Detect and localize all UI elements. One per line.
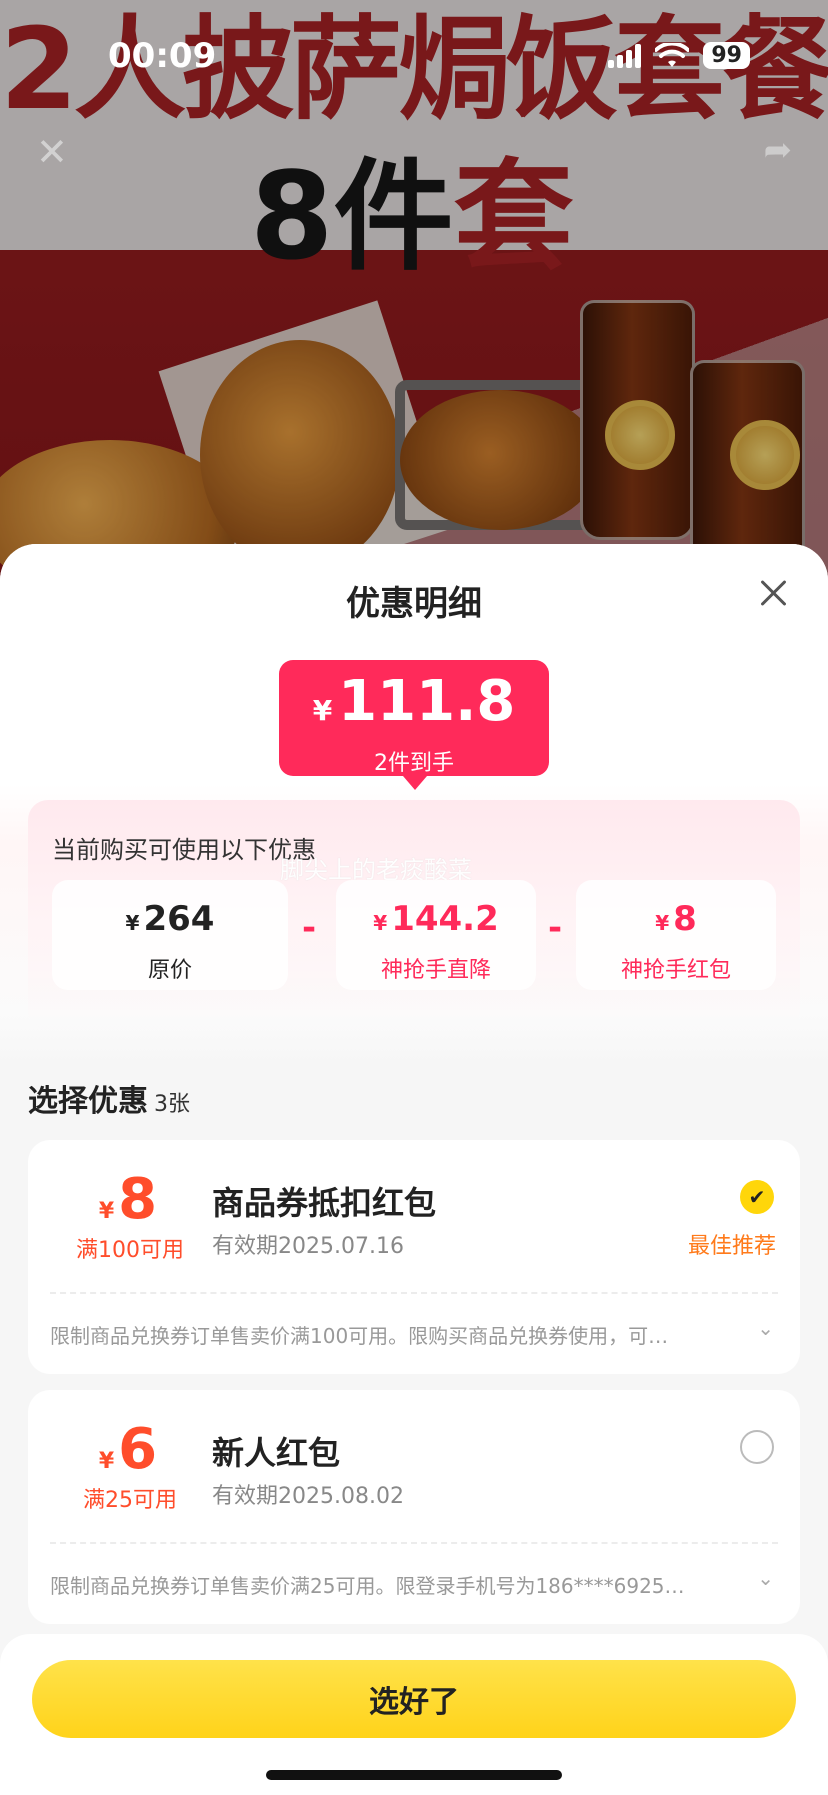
select-coupon-title: 选择优惠 3张	[28, 1076, 190, 1120]
radio-button[interactable]	[740, 1430, 774, 1464]
discount-caption: 当前购买可使用以下优惠	[52, 836, 316, 864]
currency: ¥	[373, 911, 388, 935]
coupon-card[interactable]: ¥6 满25可用 新人红包 有效期2025.08.02 限制商品兑换券订单售卖价…	[28, 1390, 800, 1624]
price-amount: 111.8	[338, 669, 516, 734]
checkmark-icon[interactable]: ✔	[740, 1180, 774, 1214]
coupon-condition: 满25可用	[83, 1488, 177, 1513]
red-packet-label: 神抢手红包	[620, 958, 731, 983]
battery-icon: 99	[703, 42, 750, 69]
coupon-name: 商品券抵扣红包	[212, 1184, 437, 1222]
status-time: 00:09	[108, 36, 217, 76]
status-icons: 99	[608, 42, 750, 69]
wifi-icon	[655, 42, 690, 67]
original-price-label: 原价	[147, 958, 192, 983]
direct-discount-card: ¥144.2 神抢手直降	[336, 880, 536, 990]
dashed-divider	[50, 1292, 778, 1294]
coupon-name: 新人红包	[212, 1434, 341, 1472]
price-subtitle: 2件到手	[374, 751, 454, 776]
direct-discount-label: 神抢手直降	[380, 958, 491, 983]
discount-detail-sheet: 优惠明细 ¥111.8 2件到手 当前购买可使用以下优惠 脚尖上的老痰酸菜 ¥2…	[0, 544, 828, 1795]
coupon-value: 8	[118, 1167, 158, 1232]
direct-discount-amount: 144.2	[391, 899, 499, 939]
red-packet-amount: 8	[673, 899, 697, 939]
price-currency: ¥	[312, 694, 333, 727]
dashed-divider	[50, 1542, 778, 1544]
coupon-condition: 满100可用	[76, 1238, 184, 1263]
minus-sign: -	[302, 908, 317, 948]
coupon-expiry: 有效期2025.08.02	[212, 1484, 404, 1509]
chevron-down-icon[interactable]: ⌄	[757, 1316, 774, 1340]
final-price-badge: ¥111.8 2件到手	[279, 660, 549, 790]
original-price-card: ¥264 原价	[52, 880, 288, 990]
coupon-expiry: 有效期2025.07.16	[212, 1234, 404, 1259]
chevron-down-icon[interactable]: ⌄	[757, 1566, 774, 1590]
select-coupon-label: 选择优惠	[28, 1084, 148, 1119]
coupon-currency: ¥	[98, 1449, 115, 1474]
coupon-currency: ¥	[98, 1199, 115, 1224]
sheet-footer: 选好了	[0, 1634, 828, 1795]
confirm-button[interactable]: 选好了	[32, 1660, 796, 1738]
coupon-amount: ¥6	[28, 1420, 228, 1480]
close-icon[interactable]	[750, 570, 798, 618]
close-icon[interactable]: ✕	[36, 130, 68, 174]
final-price: ¥111.8	[279, 672, 549, 741]
coupon-count: 3张	[154, 1092, 190, 1117]
share-icon[interactable]: ➦	[764, 130, 793, 170]
coupon-description: 限制商品兑换券订单售卖价满100可用。限购买商品兑换券使用，可…	[50, 1324, 669, 1348]
minus-sign: -	[548, 908, 563, 948]
signal-icon	[608, 43, 642, 68]
coupon-card[interactable]: ¥8 满100可用 商品券抵扣红包 有效期2025.07.16 ✔ 最佳推荐 限…	[28, 1140, 800, 1374]
discount-breakdown-panel: 当前购买可使用以下优惠 脚尖上的老痰酸菜 ¥264 原价 - ¥144.2 神抢…	[28, 800, 800, 1030]
coupon-amount: ¥8	[28, 1170, 228, 1230]
best-recommend-tag: 最佳推荐	[687, 1234, 776, 1259]
currency: ¥	[125, 911, 140, 935]
sheet-title: 优惠明细	[346, 584, 482, 624]
coupon-value: 6	[118, 1417, 158, 1482]
red-packet-card: ¥8 神抢手红包	[576, 880, 776, 990]
coupon-description: 限制商品兑换券订单售卖价满25可用。限登录手机号为186****6925…	[50, 1574, 685, 1598]
currency: ¥	[655, 911, 670, 935]
original-price: 264	[143, 899, 215, 939]
home-indicator[interactable]	[266, 1770, 562, 1780]
status-bar: 00:09 99	[0, 0, 828, 110]
